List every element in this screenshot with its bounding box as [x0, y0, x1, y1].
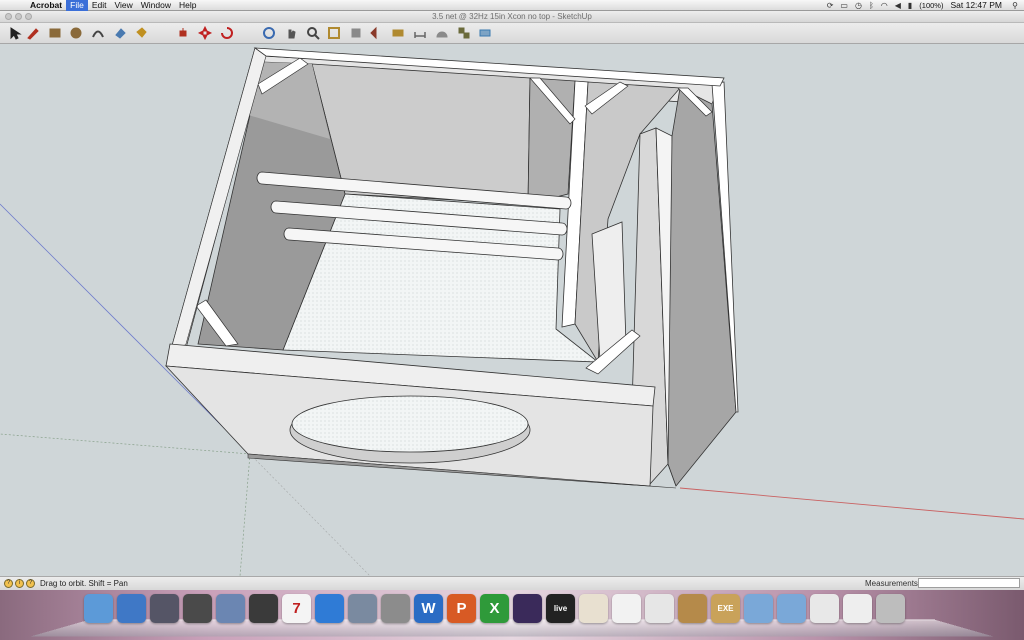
zoom-window-tool-icon[interactable] [326, 25, 342, 41]
spotlight-search-icon[interactable]: ⚲ [1012, 0, 1018, 11]
wifi-icon[interactable]: ◠ [881, 0, 888, 11]
push-pull-tool-icon[interactable] [175, 25, 191, 41]
rotate-tool-icon[interactable] [219, 25, 235, 41]
itunes-icon[interactable] [315, 594, 344, 623]
sync-status-icon[interactable]: ⟳ [827, 0, 834, 11]
geo-location-icon[interactable]: ? [4, 579, 13, 588]
model-canvas[interactable] [0, 44, 1024, 576]
protractor-tool-icon[interactable] [434, 25, 450, 41]
circle-tool-icon[interactable] [68, 25, 84, 41]
word-icon[interactable]: W [414, 594, 443, 623]
battery-percent: (100%) [919, 1, 944, 10]
pencil-tool-icon[interactable] [25, 25, 41, 41]
sketch-pad-icon[interactable] [579, 594, 608, 623]
trash-icon[interactable] [876, 594, 905, 623]
dock-area: 7 W P Xlive EXE [0, 590, 1024, 640]
address-book-icon[interactable] [678, 594, 707, 623]
pan-tool-icon[interactable] [283, 25, 299, 41]
select-tool-icon[interactable] [7, 25, 23, 41]
time-machine-icon[interactable]: ◷ [855, 0, 862, 11]
window-title-bar: 3.5 net @ 32Hz 15in Xcon no top - Sketch… [0, 11, 1024, 23]
battery-icon[interactable]: ▮ [908, 0, 912, 11]
exe-file-icon[interactable]: EXE [711, 594, 740, 623]
window-thumbnail-icon[interactable] [810, 594, 839, 623]
credits-icon[interactable]: i [15, 579, 24, 588]
vertical-axis-dashed [249, 453, 371, 576]
status-menu-area: ⟳ ▭ ◷ ᛒ ◠ ◀ ▮ (100%) Sat 12:47 PM [827, 0, 1002, 11]
woofer-cutout [291, 395, 529, 453]
move-tool-icon[interactable] [197, 25, 213, 41]
instructor-icon[interactable]: ? [26, 579, 35, 588]
window-title: 3.5 net @ 32Hz 15in Xcon no top - Sketch… [432, 12, 592, 21]
volume-icon[interactable]: ◀ [895, 0, 901, 11]
window-thumbnail-icon-2[interactable] [843, 594, 872, 623]
measurements-label: Measurements [865, 579, 918, 588]
menu-edit[interactable]: Edit [88, 0, 111, 11]
mail-icon[interactable] [216, 594, 245, 623]
bluetooth-icon[interactable]: ᛒ [869, 0, 874, 11]
dock: 7 W P Xlive EXE [84, 594, 905, 623]
acrobat-icon[interactable] [612, 594, 641, 623]
pro-tools-icon[interactable] [513, 594, 542, 623]
menu-acrobat[interactable]: Acrobat [26, 0, 66, 11]
launchpad-icon[interactable] [150, 594, 179, 623]
tape-measure-tool-icon[interactable] [390, 25, 406, 41]
app-menu: Acrobat File Edit View Window Help [26, 0, 200, 11]
section-plane-icon[interactable] [477, 25, 493, 41]
excel-icon[interactable]: X [480, 594, 509, 623]
rectangle-tool-icon[interactable] [47, 25, 63, 41]
zoom-extents-tool-icon[interactable] [348, 25, 364, 41]
previous-view-icon[interactable] [368, 25, 384, 41]
menu-bar: Acrobat File Edit View Window Help ⟳ ▭ ◷… [0, 0, 1024, 11]
menubar-clock[interactable]: Sat 12:47 PM [950, 0, 1002, 11]
arc-tool-icon[interactable] [90, 25, 106, 41]
ableton-live-icon[interactable]: live [546, 594, 575, 623]
menu-help[interactable]: Help [175, 0, 200, 11]
dimension-tool-icon[interactable] [412, 25, 428, 41]
powerpoint-icon[interactable]: P [447, 594, 476, 623]
documents-folder-icon[interactable] [777, 594, 806, 623]
measurements-input[interactable] [918, 578, 1020, 588]
orbit-tool-icon[interactable] [261, 25, 277, 41]
drawing-viewport[interactable] [0, 44, 1024, 576]
components-icon[interactable] [456, 25, 472, 41]
status-icons: ? i ? [4, 579, 35, 588]
getting-started-toolbar [0, 23, 1024, 44]
paint-bucket-tool-icon[interactable] [133, 25, 149, 41]
facetime-icon[interactable] [249, 594, 278, 623]
system-preferences-icon[interactable] [381, 594, 410, 623]
green-axis-line-2 [239, 453, 251, 576]
menu-file[interactable]: File [66, 0, 88, 11]
iphoto-icon[interactable] [348, 594, 377, 623]
dashboard-icon[interactable] [183, 594, 212, 623]
red-axis-line [679, 487, 1024, 520]
zoom-tool-icon[interactable] [305, 25, 321, 41]
menu-window[interactable]: Window [137, 0, 175, 11]
folder-icon[interactable] [744, 594, 773, 623]
status-hint: Drag to orbit. Shift = Pan [40, 579, 128, 588]
menu-view[interactable]: View [110, 0, 136, 11]
preview-icon[interactable] [645, 594, 674, 623]
safari-icon[interactable] [117, 594, 146, 623]
status-bar: ? i ? Drag to orbit. Shift = Pan Measure… [0, 576, 1024, 590]
finder-icon[interactable] [84, 594, 113, 623]
display-icon[interactable]: ▭ [840, 0, 848, 11]
eraser-tool-icon[interactable] [112, 25, 128, 41]
green-axis-line [0, 433, 251, 455]
calendar-icon[interactable]: 7 [282, 594, 311, 623]
